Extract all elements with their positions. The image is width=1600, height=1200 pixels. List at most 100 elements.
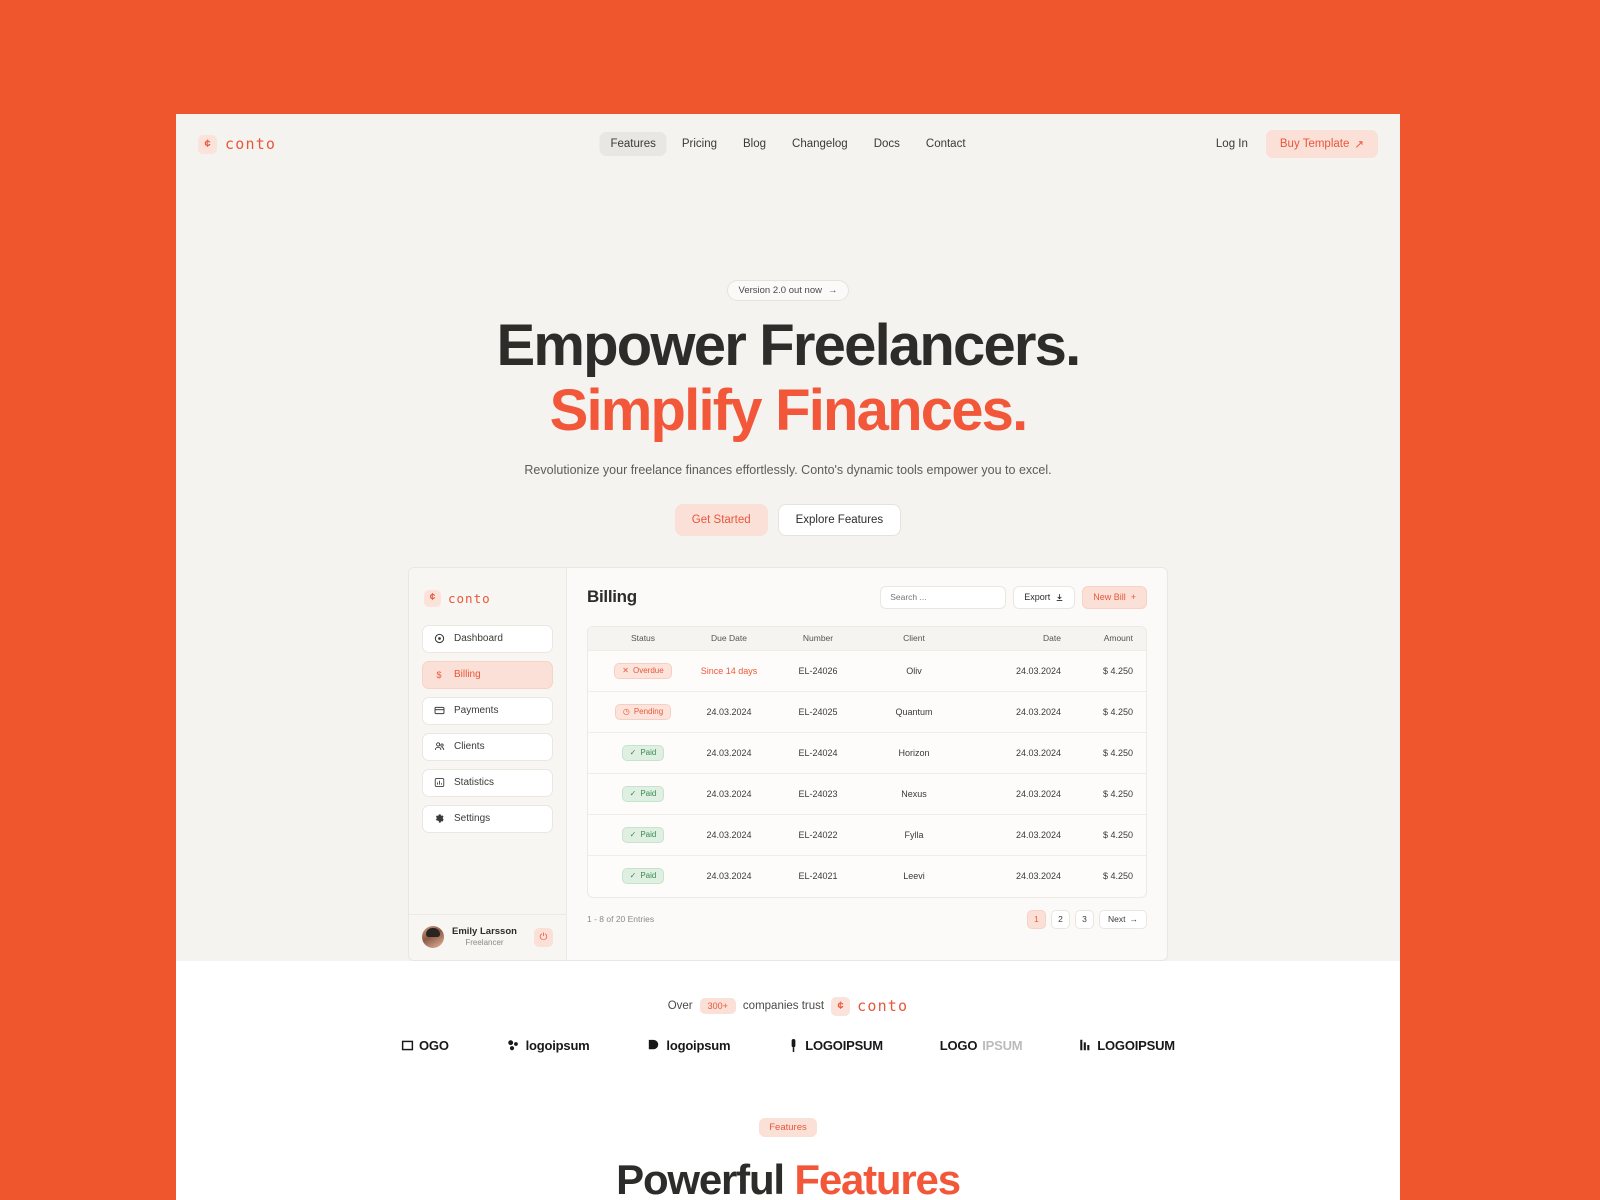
sidebar-item-settings[interactable]: Settings [422, 804, 553, 833]
column-header-client: Client [903, 633, 925, 644]
date-cell: 24.03.2024 [1015, 871, 1061, 882]
entries-count: 1 - 8 of 20 Entries [587, 914, 655, 925]
dashboard-preview: ¢ conto Dashboard $ Billing Payments Cli… [408, 566, 1168, 961]
explore-features-button[interactable]: Explore Features [777, 503, 902, 536]
nav-link-docs[interactable]: Docs [863, 132, 911, 156]
status-cell: ◷ Pending [601, 703, 685, 720]
card-icon [433, 705, 445, 717]
next-label: Next [1108, 914, 1126, 925]
clock-icon: ◷ [622, 706, 630, 716]
status-label: Paid [640, 747, 657, 757]
dashboard-icon [433, 633, 445, 645]
table-row[interactable]: ◷ Pending 24.03.2024 EL-24025 Quantum 24… [588, 692, 1146, 733]
nav-link-features[interactable]: Features [599, 132, 667, 156]
arrow-right-icon: → [827, 285, 838, 296]
logoipsum-pin-text: LOGOIPSUM [805, 1037, 883, 1053]
table-row[interactable]: ✓ Paid 24.03.2024 EL-24022 Fylla 24.03.2… [588, 815, 1146, 856]
page-button-2[interactable]: 2 [1051, 909, 1071, 929]
logo-plain-text: OGO [419, 1037, 449, 1053]
dashboard-header: Billing Export [587, 585, 1147, 609]
client-cell: Oliv [906, 665, 922, 676]
power-icon[interactable]: ⏻ [534, 927, 553, 947]
status-badge: ✕ Overdue [614, 662, 672, 679]
dashboard-logo[interactable]: ¢ conto [424, 589, 553, 607]
status-cell: ✓ Paid [601, 826, 685, 843]
nav-link-changelog[interactable]: Changelog [781, 132, 859, 156]
nav-link-pricing[interactable]: Pricing [671, 132, 728, 156]
client-cell: Horizon [898, 747, 930, 758]
table-row[interactable]: ✕ Overdue Since 14 days EL-24026 Oliv 24… [588, 651, 1146, 692]
trust-brand: ¢ conto [831, 996, 908, 1016]
brand-name: conto [225, 135, 277, 153]
drop-icon [649, 1039, 659, 1049]
client-cell: Nexus [901, 788, 927, 799]
amount-cell: $ 4.250 [1102, 788, 1133, 799]
search-input[interactable] [880, 585, 1007, 609]
check-icon: ✓ [629, 871, 637, 881]
dashboard-sidebar: ¢ conto Dashboard $ Billing Payments Cli… [409, 567, 567, 960]
dashboard-brand-name: conto [448, 590, 491, 606]
number-cell: EL-24026 [798, 665, 838, 676]
plus-icon: + [1130, 592, 1136, 603]
client-cell: Leevi [903, 871, 925, 882]
close-icon: ✕ [622, 665, 629, 675]
top-navigation: ¢ conto Features Pricing Blog Changelog … [176, 114, 1400, 174]
logoipsum-leaf: logoipsum [506, 1038, 590, 1053]
hero-title-line1: Empower Freelancers. [496, 313, 1082, 378]
login-link[interactable]: Log In [1216, 138, 1248, 150]
site-logo[interactable]: ¢ conto [198, 134, 277, 154]
client-logos: OGO logoipsum logoipsum LOGOIPSUM LOGO I… [176, 1016, 1400, 1053]
sidebar-item-billing[interactable]: $ Billing [422, 660, 553, 689]
sidebar-item-clients[interactable]: Clients [422, 732, 553, 761]
table-row[interactable]: ✓ Paid 24.03.2024 EL-24024 Horizon 24.03… [588, 733, 1146, 774]
cent-icon: ¢ [198, 134, 217, 154]
next-page-button[interactable]: Next → [1099, 909, 1147, 929]
sidebar-user-card[interactable]: Emily Larsson Freelancer ⏻ [409, 914, 566, 960]
number-cell: EL-24023 [798, 788, 838, 799]
nav-actions: Log In Buy Template ↗ [1216, 130, 1378, 158]
table-row[interactable]: ✓ Paid 24.03.2024 EL-24023 Nexus 24.03.2… [588, 774, 1146, 815]
billing-table: Status Due Date Number Client Date Amoun… [587, 625, 1147, 898]
page-title: Billing [587, 587, 637, 607]
buy-template-button[interactable]: Buy Template ↗ [1265, 130, 1378, 158]
number-cell: EL-24025 [798, 706, 838, 717]
buy-template-label: Buy Template [1279, 138, 1350, 150]
nav-link-contact[interactable]: Contact [915, 132, 977, 156]
logoipsum-drop: logoipsum [646, 1038, 731, 1053]
version-badge[interactable]: Version 2.0 out now → [726, 280, 850, 301]
amount-cell: $ 4.250 [1102, 665, 1133, 676]
export-label: Export [1024, 592, 1051, 603]
due-date-cell: 24.03.2024 [706, 706, 752, 717]
export-button[interactable]: Export [1013, 585, 1076, 609]
logoipsum-bars: LOGOIPSUM [1079, 1038, 1175, 1053]
nav-link-blog[interactable]: Blog [732, 132, 777, 156]
column-header-date: Date [1043, 633, 1061, 644]
cent-icon: ¢ [831, 996, 851, 1016]
check-icon: ✓ [629, 829, 637, 839]
sidebar-label-dashboard: Dashboard [454, 633, 503, 645]
hero-title-line2: Simplify Finances. [549, 378, 1029, 443]
get-started-button[interactable]: Get Started [674, 503, 768, 536]
chart-icon [433, 777, 445, 789]
client-cell: Fylla [904, 829, 924, 840]
page-button-3[interactable]: 3 [1075, 909, 1095, 929]
status-badge: ◷ Pending [614, 703, 672, 720]
sidebar-item-statistics[interactable]: Statistics [422, 768, 553, 797]
hero-subtitle: Revolutionize your freelance finances ef… [524, 463, 1052, 477]
sidebar-item-payments[interactable]: Payments [422, 696, 553, 725]
status-cell: ✓ Paid [601, 744, 685, 761]
status-label: Paid [640, 788, 657, 798]
logoipsum-bars-text: LOGOIPSUM [1097, 1037, 1175, 1053]
column-header-amount: Amount [1103, 633, 1133, 644]
new-bill-button[interactable]: New Bill + [1082, 585, 1147, 609]
features-section: Features Powerful Features Seamlessly ma… [176, 1052, 1400, 1200]
pagination: 1 2 3 Next → [1027, 909, 1147, 929]
sidebar-label-billing: Billing [454, 669, 481, 681]
date-cell: 24.03.2024 [1015, 747, 1061, 758]
sidebar-item-dashboard[interactable]: Dashboard [422, 624, 553, 653]
trust-suffix: companies trust [742, 1000, 825, 1013]
table-row[interactable]: ✓ Paid 24.03.2024 EL-24021 Leevi 24.03.2… [588, 856, 1146, 897]
trust-prefix: Over [667, 1000, 693, 1013]
date-cell: 24.03.2024 [1015, 788, 1061, 799]
page-button-1[interactable]: 1 [1027, 909, 1047, 929]
